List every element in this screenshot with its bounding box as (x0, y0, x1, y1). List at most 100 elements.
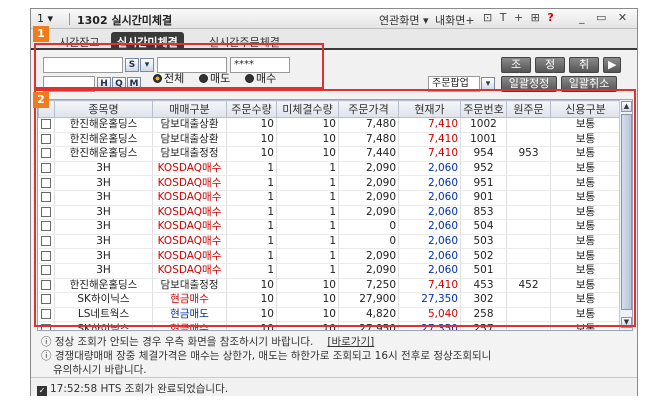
next-arrow-button[interactable]: ▶ (603, 57, 621, 73)
row-checkbox[interactable] (38, 205, 55, 221)
table-row[interactable]: LS네트웍스 현금매도 10 10 4,820 5,040 258 보통 (38, 307, 621, 323)
checkbox-icon[interactable] (41, 279, 52, 290)
header-order-price[interactable]: 주문가격 (338, 100, 399, 118)
help-icon[interactable]: ? (547, 11, 555, 24)
checkbox-icon[interactable] (41, 323, 52, 330)
header-credit-type[interactable]: 신용구분 (550, 100, 621, 118)
related-screens-menu[interactable]: 연관화면 ▾ (379, 12, 429, 28)
row-checkbox[interactable] (38, 278, 55, 294)
code-h-button[interactable]: H (97, 77, 111, 91)
bulk-modify-button[interactable]: 일괄정정 (501, 76, 557, 92)
plus-icon[interactable]: + (514, 11, 525, 24)
table-row[interactable]: 3H KOSDAQ매수 1 1 0 2,060 503 보통 (38, 234, 621, 250)
row-checkbox[interactable] (38, 321, 55, 330)
header-unfilled-qty[interactable]: 미체결수량 (276, 100, 339, 118)
row-checkbox[interactable] (38, 132, 55, 148)
header-trade-type[interactable]: 매매구분 (152, 100, 227, 118)
maximize-icon[interactable]: ▭ (596, 11, 610, 24)
account-input[interactable] (43, 57, 123, 73)
checkbox-icon[interactable] (41, 309, 52, 320)
modify-button[interactable]: 정정 (535, 57, 565, 85)
checkbox-icon[interactable] (41, 250, 52, 261)
scroll-thumb[interactable] (621, 114, 632, 310)
row-checkbox[interactable] (38, 263, 55, 279)
row-checkbox[interactable] (38, 117, 55, 133)
minimize-icon[interactable]: _ (579, 11, 589, 24)
header-order-qty[interactable]: 주문수량 (226, 100, 277, 118)
cell-current-price: 7,410 (398, 278, 461, 294)
vertical-scrollbar[interactable]: ▲ ▼ (619, 100, 632, 330)
cell-credit-type: 보통 (550, 248, 621, 264)
stock-code-input[interactable] (43, 76, 95, 92)
cell-stock-name: SK하이닉스 (54, 321, 153, 330)
table-row[interactable]: 한진해운홀딩스 담보대출상환 10 10 7,480 7,410 1002 보통 (38, 117, 621, 133)
cell-order-qty: 10 (226, 146, 277, 162)
account-dropdown-button[interactable]: ▾ (140, 58, 154, 72)
row-checkbox[interactable] (38, 292, 55, 308)
header-stock-name[interactable]: 종목명 (54, 100, 153, 118)
row-checkbox[interactable] (38, 219, 55, 235)
order-type-dropdown-icon[interactable]: ▾ (481, 77, 495, 91)
shortcut-link[interactable]: [바로가기] (327, 336, 374, 348)
table-row[interactable]: 한진해운홀딩스 담보대출상환 10 10 7,480 7,410 1001 보통 (38, 132, 621, 148)
table-row[interactable]: 3H KOSDAQ매수 1 1 2,090 2,060 951 보통 (38, 175, 621, 191)
cell-original-order (506, 175, 551, 191)
checkbox-icon[interactable] (41, 119, 52, 130)
text-icon[interactable]: T (500, 11, 509, 24)
cell-unfilled-qty: 10 (276, 307, 339, 323)
checkbox-icon[interactable] (41, 163, 52, 174)
checkbox-icon[interactable] (41, 133, 52, 144)
cell-order-no: 853 (460, 205, 507, 221)
row-checkbox[interactable] (38, 146, 55, 162)
scroll-down-icon[interactable]: ▼ (621, 317, 632, 328)
checkbox-icon[interactable] (41, 221, 52, 232)
checkbox-icon[interactable] (41, 206, 52, 217)
header-order-no[interactable]: 주문번호 (460, 100, 507, 118)
row-checkbox[interactable] (38, 248, 55, 264)
account-search-button[interactable]: S (125, 58, 139, 72)
print-icon[interactable]: ⊞ (531, 11, 542, 24)
row-checkbox[interactable] (38, 307, 55, 323)
table-row[interactable]: 한진해운홀딩스 담보대출정정 10 10 7,440 7,410 954 953 보통 (38, 146, 621, 162)
close-icon[interactable]: ✕ (618, 11, 631, 24)
my-screen-add-link[interactable]: 내화면+ (435, 12, 475, 28)
checkbox-icon[interactable] (41, 294, 52, 305)
scroll-up-icon[interactable]: ▲ (621, 101, 632, 112)
code-m-button[interactable]: M (127, 77, 141, 91)
table-row[interactable]: SK하이닉스 현금매수 10 10 27,900 27,350 302 보통 (38, 292, 621, 308)
table-row[interactable]: 3H KOSDAQ매수 1 1 2,090 2,060 501 보통 (38, 263, 621, 279)
header-current-price[interactable]: 현재가 (398, 100, 461, 118)
table-row[interactable]: 3H KOSDAQ매수 1 1 2,090 2,060 853 보통 (38, 205, 621, 221)
table-row[interactable]: 3H KOSDAQ매수 1 1 2,090 2,060 952 보통 (38, 161, 621, 177)
row-checkbox[interactable] (38, 190, 55, 206)
table-row[interactable]: 한진해운홀딩스 담보대출정정 10 10 7,250 7,410 453 452 보통 (38, 278, 621, 294)
row-checkbox[interactable] (38, 161, 55, 177)
order-type-select[interactable]: 주문팝업 (428, 76, 480, 92)
window-number-dropdown[interactable]: 1 ▾ (37, 12, 53, 25)
tab-order-fills[interactable]: 실시간주문체결 (203, 32, 286, 50)
checkbox-icon[interactable] (41, 192, 52, 203)
row-checkbox[interactable] (38, 175, 55, 191)
table-row[interactable]: 3H KOSDAQ매수 1 1 2,090 2,060 502 보통 (38, 248, 621, 264)
header-original-order[interactable]: 원주문 (506, 100, 551, 118)
tab-balance[interactable]: 시간잔고 (53, 32, 105, 50)
pin-icon[interactable]: ⊡ (483, 11, 494, 24)
bulk-cancel-button[interactable]: 일괄취소 (561, 76, 617, 92)
cancel-button[interactable]: 취소 (569, 57, 599, 85)
radio-sell[interactable]: 매도 (199, 70, 230, 86)
table-row[interactable]: 3H KOSDAQ매수 1 1 2,090 2,060 901 보통 (38, 190, 621, 206)
radio-buy[interactable]: 매수 (245, 70, 276, 86)
checkbox-icon[interactable] (41, 177, 52, 188)
radio-all[interactable]: 전체 (153, 70, 184, 86)
table-row[interactable]: 3H KOSDAQ매수 1 1 0 2,060 504 보통 (38, 219, 621, 235)
cell-order-no: 504 (460, 219, 507, 235)
code-search-button[interactable]: Q (112, 77, 126, 91)
cell-order-qty: 1 (226, 161, 277, 177)
inquiry-button[interactable]: 조회 (501, 57, 531, 85)
row-checkbox[interactable] (38, 234, 55, 250)
checkbox-icon[interactable] (41, 148, 52, 159)
tab-unfilled[interactable]: 실시간미체결 (111, 32, 184, 50)
checkbox-icon[interactable] (41, 265, 52, 276)
table-row[interactable]: SK하이닉스 현금매수 10 10 27,950 27,350 257 보통 (38, 321, 621, 330)
checkbox-icon[interactable] (41, 236, 52, 247)
